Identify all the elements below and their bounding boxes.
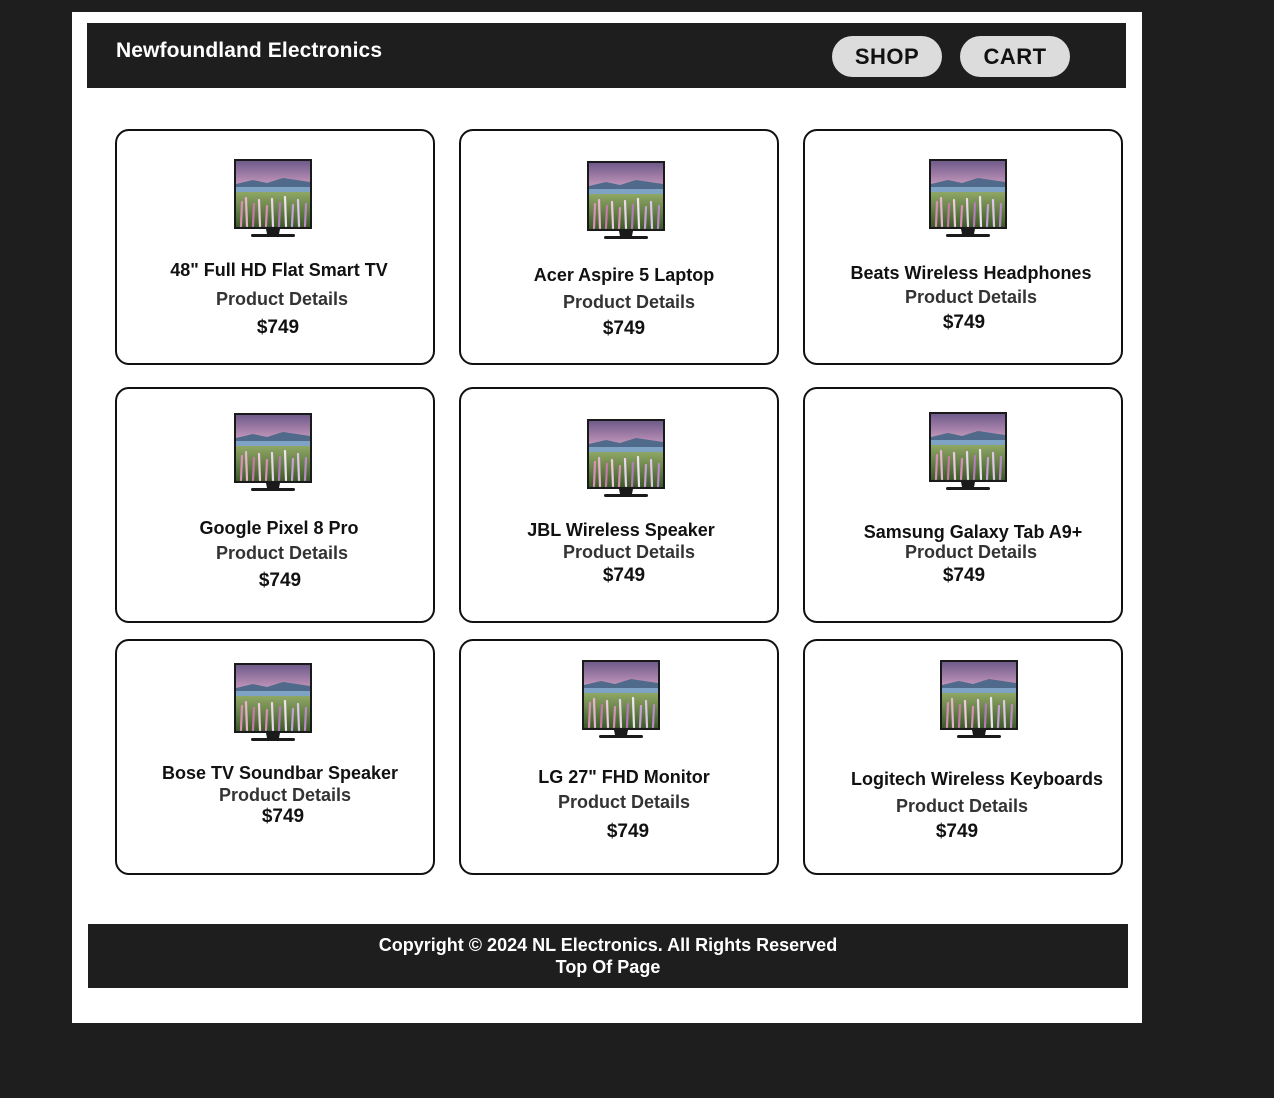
product-price: $749 <box>261 806 305 827</box>
product-name: Google Pixel 8 Pro <box>199 518 359 538</box>
copyright-text: Copyright © 2024 NL Electronics. All Rig… <box>378 935 838 955</box>
product-price: $749 <box>942 565 986 586</box>
nav-cart-button[interactable]: CART <box>960 36 1070 77</box>
product-details-link[interactable]: Product Details <box>896 796 1028 817</box>
product-name: LG 27" FHD Monitor <box>538 767 710 787</box>
product-price: $749 <box>602 565 646 586</box>
product-name: Samsung Galaxy Tab A9+ <box>863 522 1083 542</box>
product-details-link[interactable]: Product Details <box>219 785 351 806</box>
product-price: $749 <box>935 821 979 842</box>
product-name: JBL Wireless Speaker <box>527 520 715 540</box>
product-card[interactable]: Logitech Wireless Keyboards Product Deta… <box>803 639 1123 875</box>
tv-product-image <box>928 158 1008 240</box>
product-card[interactable]: LG 27" FHD Monitor Product Details $749 <box>459 639 779 875</box>
site-footer: Copyright © 2024 NL Electronics. All Rig… <box>88 924 1128 988</box>
product-price: $749 <box>256 317 300 338</box>
site-header: Newfoundland Electronics SHOP CART <box>87 23 1126 88</box>
product-card[interactable]: Samsung Galaxy Tab A9+ Product Details $… <box>803 387 1123 623</box>
product-card[interactable]: JBL Wireless Speaker Product Details $74… <box>459 387 779 623</box>
product-price: $749 <box>602 318 646 339</box>
product-name: Acer Aspire 5 Laptop <box>533 265 715 285</box>
site-brand[interactable]: Newfoundland Electronics <box>116 39 382 63</box>
product-name: Logitech Wireless Keyboards <box>851 769 1103 789</box>
tv-product-image <box>928 411 1008 493</box>
product-card[interactable]: Google Pixel 8 Pro Product Details $749 <box>115 387 435 623</box>
tv-product-image <box>233 158 313 240</box>
tv-product-image <box>586 418 666 500</box>
page-container: Newfoundland Electronics SHOP CART 48" F… <box>72 12 1142 1023</box>
product-details-link[interactable]: Product Details <box>216 289 348 310</box>
product-details-link[interactable]: Product Details <box>558 792 690 813</box>
product-details-link[interactable]: Product Details <box>905 287 1037 308</box>
tv-product-image <box>233 412 313 494</box>
product-details-link[interactable]: Product Details <box>216 543 348 564</box>
product-card[interactable]: Beats Wireless Headphones Product Detail… <box>803 129 1123 365</box>
product-details-link[interactable]: Product Details <box>905 542 1037 563</box>
product-price: $749 <box>258 570 302 591</box>
product-name: 48" Full HD Flat Smart TV <box>170 260 388 280</box>
product-card[interactable]: Bose TV Soundbar Speaker Product Details… <box>115 639 435 875</box>
tv-product-image <box>581 659 661 741</box>
nav-shop-button[interactable]: SHOP <box>832 36 942 77</box>
product-price: $749 <box>606 821 650 842</box>
product-card[interactable]: Acer Aspire 5 Laptop Product Details $74… <box>459 129 779 365</box>
tv-product-image <box>233 662 313 744</box>
product-name: Beats Wireless Headphones <box>850 263 1092 283</box>
product-name: Bose TV Soundbar Speaker <box>161 763 399 783</box>
product-card[interactable]: 48" Full HD Flat Smart TV Product Detail… <box>115 129 435 365</box>
product-price: $749 <box>942 312 986 333</box>
top-of-page-link[interactable]: Top Of Page <box>88 957 1128 978</box>
product-details-link[interactable]: Product Details <box>563 542 695 563</box>
tv-product-image <box>586 160 666 242</box>
product-details-link[interactable]: Product Details <box>563 292 695 313</box>
tv-product-image <box>939 659 1019 741</box>
